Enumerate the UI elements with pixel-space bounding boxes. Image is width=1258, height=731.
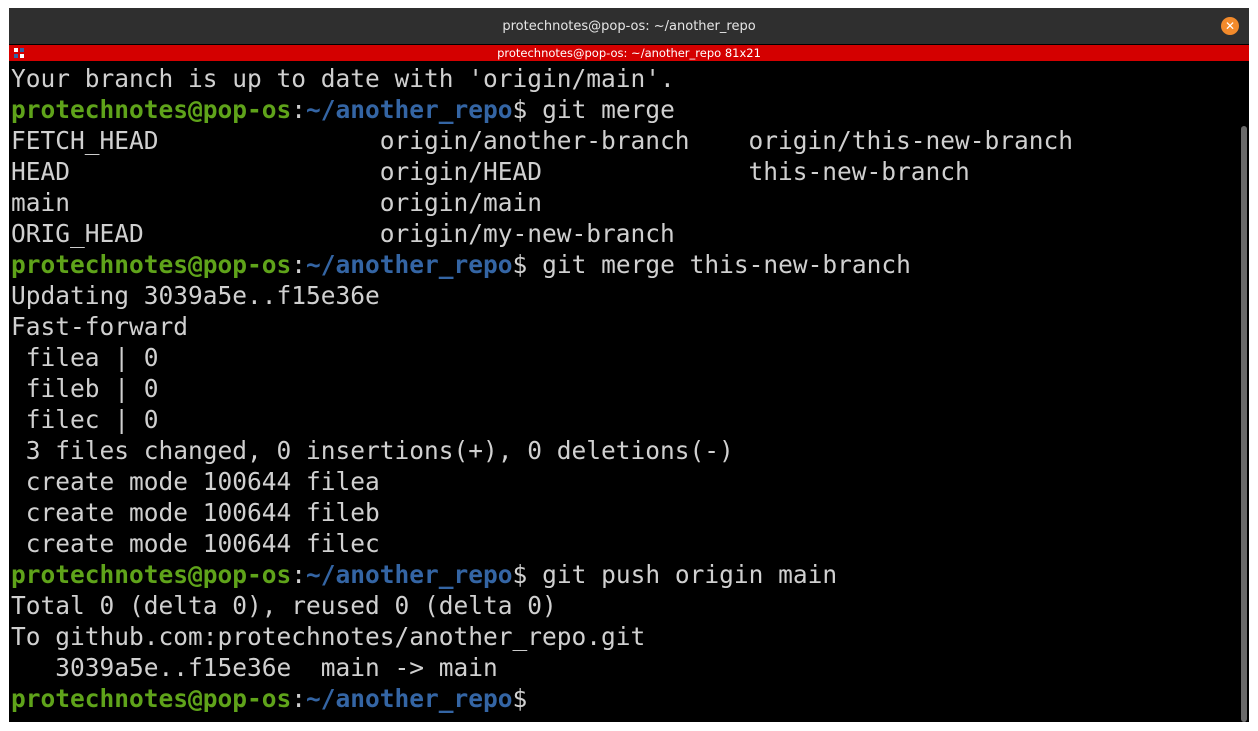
- output-text: 3039a5e..f15e36e main -> main: [11, 653, 498, 682]
- scrollbar-thumb[interactable]: [1241, 126, 1247, 722]
- terminal-output-line: FETCH_HEAD origin/another-branch origin/…: [11, 125, 1233, 156]
- output-text: create mode 100644 filea: [11, 467, 380, 496]
- prompt-sign: $: [512, 95, 528, 124]
- output-text: filea | 0: [11, 343, 159, 372]
- output-text: 3 files changed, 0 insertions(+), 0 dele…: [11, 436, 734, 465]
- terminal-output-line: filea | 0: [11, 342, 1233, 373]
- output-text: ORIG_HEAD origin/my-new-branch: [11, 219, 675, 248]
- output-text: Your branch is up to date with 'origin/m…: [11, 64, 675, 93]
- split-grid-icon[interactable]: [14, 48, 24, 58]
- window-title: protechnotes@pop-os: ~/another_repo: [502, 18, 756, 34]
- scrollbar-track[interactable]: [1239, 61, 1249, 722]
- terminal-output-line: create mode 100644 fileb: [11, 497, 1233, 528]
- terminal-output[interactable]: Your branch is up to date with 'origin/m…: [11, 63, 1233, 722]
- prompt-separator: :: [291, 684, 307, 713]
- terminal-output-line: Total 0 (delta 0), reused 0 (delta 0): [11, 590, 1233, 621]
- prompt-path: ~/another_repo: [306, 560, 513, 589]
- terminal-output-line: filec | 0: [11, 404, 1233, 435]
- terminal-prompt-line: protechnotes@pop-os:~/another_repo$ git …: [11, 559, 1233, 590]
- prompt-path: ~/another_repo: [306, 95, 513, 124]
- terminal-output-line: fileb | 0: [11, 373, 1233, 404]
- prompt-separator: :: [291, 560, 307, 589]
- terminal-output-line: To github.com:protechnotes/another_repo.…: [11, 621, 1233, 652]
- terminal-window: protechnotes@pop-os: ~/another_repo ✕ pr…: [9, 8, 1249, 722]
- terminal-tab-bar: protechnotes@pop-os: ~/another_repo 81x2…: [9, 45, 1249, 61]
- terminal-output-line: create mode 100644 filea: [11, 466, 1233, 497]
- output-text: create mode 100644 filec: [11, 529, 380, 558]
- command-text: git push origin main: [527, 560, 838, 589]
- terminal-output-line: Updating 3039a5e..f15e36e: [11, 280, 1233, 311]
- prompt-sign: $: [512, 560, 528, 589]
- output-text: HEAD origin/HEAD this-new-branch: [11, 157, 970, 186]
- terminal-prompt-line: protechnotes@pop-os:~/another_repo$ git …: [11, 94, 1233, 125]
- prompt-path: ~/another_repo: [306, 684, 513, 713]
- terminal-output-line: Fast-forward: [11, 311, 1233, 342]
- terminal-output-line: main origin/main: [11, 187, 1233, 218]
- prompt-separator: :: [291, 95, 307, 124]
- window-titlebar[interactable]: protechnotes@pop-os: ~/another_repo ✕: [9, 8, 1249, 44]
- output-text: Updating 3039a5e..f15e36e: [11, 281, 380, 310]
- output-text: main origin/main: [11, 188, 543, 217]
- prompt-user: protechnotes@pop-os: [11, 95, 292, 124]
- terminal-output-line: 3 files changed, 0 insertions(+), 0 dele…: [11, 435, 1233, 466]
- terminal-output-line: Your branch is up to date with 'origin/m…: [11, 63, 1233, 94]
- terminal-output-line: create mode 100644 filec: [11, 528, 1233, 559]
- terminal-prompt-line: protechnotes@pop-os:~/another_repo$ git …: [11, 249, 1233, 280]
- terminal-subtitle: protechnotes@pop-os: ~/another_repo 81x2…: [497, 46, 761, 60]
- prompt-separator: :: [291, 250, 307, 279]
- prompt-path: ~/another_repo: [306, 250, 513, 279]
- output-text: fileb | 0: [11, 374, 159, 403]
- close-icon[interactable]: ✕: [1221, 17, 1239, 35]
- command-text: git merge: [527, 95, 675, 124]
- output-text: To github.com:protechnotes/another_repo.…: [11, 622, 646, 651]
- output-text: create mode 100644 fileb: [11, 498, 380, 527]
- terminal-output-line: HEAD origin/HEAD this-new-branch: [11, 156, 1233, 187]
- command-text: git merge this-new-branch: [527, 250, 911, 279]
- prompt-user: protechnotes@pop-os: [11, 560, 292, 589]
- output-text: Total 0 (delta 0), reused 0 (delta 0): [11, 591, 557, 620]
- prompt-sign: $: [512, 250, 528, 279]
- output-text: filec | 0: [11, 405, 159, 434]
- output-text: FETCH_HEAD origin/another-branch origin/…: [11, 126, 1074, 155]
- terminal-prompt-line: protechnotes@pop-os:~/another_repo$: [11, 683, 1233, 714]
- prompt-user: protechnotes@pop-os: [11, 684, 292, 713]
- terminal-output-line: 3039a5e..f15e36e main -> main: [11, 652, 1233, 683]
- prompt-sign: $: [512, 684, 528, 713]
- terminal-output-line: ORIG_HEAD origin/my-new-branch: [11, 218, 1233, 249]
- prompt-user: protechnotes@pop-os: [11, 250, 292, 279]
- output-text: Fast-forward: [11, 312, 189, 341]
